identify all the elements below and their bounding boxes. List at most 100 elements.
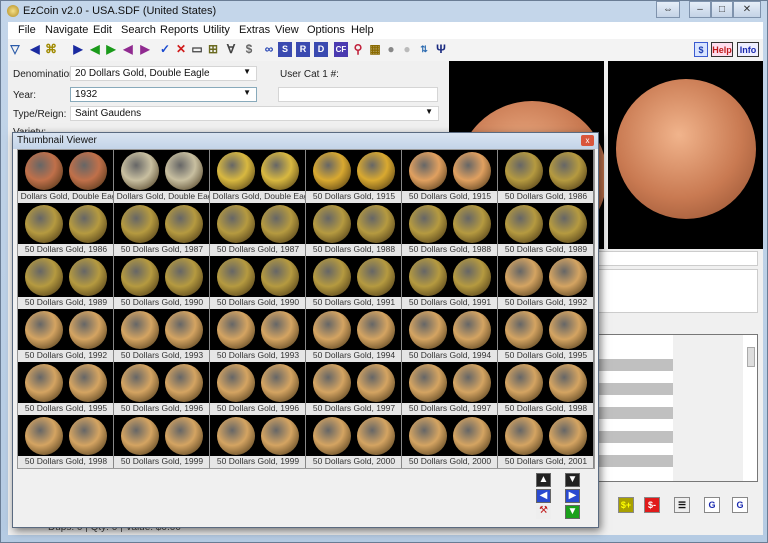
grid-scrollbar[interactable] [747,347,755,367]
denomination-select[interactable]: 20 Dollars Gold, Double Eagle ▼ [70,66,257,81]
menu-reports[interactable]: Reports [160,24,199,36]
close-icon[interactable]: x [581,135,594,146]
notes-textarea[interactable] [593,269,758,313]
cf-icon[interactable]: CF [334,42,348,57]
thermometer-icon[interactable]: ⚲ [351,42,365,57]
grid-row[interactable] [594,407,673,419]
thumbnail-item[interactable]: 50 Dollars Gold, 1989 [498,203,594,256]
bookmark-icon[interactable]: ⌘ [44,42,58,57]
remove-value-button[interactable]: $- [644,497,660,513]
thumbnail-item[interactable]: 50 Dollars Gold, 1994 [306,309,402,362]
thumbnail-item[interactable]: 50 Dollars Gold, 1990 [114,256,210,309]
grid-row[interactable] [594,383,673,395]
thumbnail-item[interactable]: 50 Dollars Gold, 1997 [402,362,498,415]
close-button[interactable]: ✕ [733,1,761,18]
thumbnail-viewer-titlebar[interactable]: Thumbnail Viewer x [13,133,598,149]
coin-light-icon[interactable]: ● [400,42,414,57]
type-select[interactable]: Saint Gaudens ▼ [70,106,439,121]
scroll-left-button[interactable]: ◀ [536,489,551,503]
add-value-button[interactable]: $+ [618,497,634,513]
thumbnail-item[interactable]: 50 Dollars Gold, 1999 [114,415,210,468]
link-icon[interactable]: ∞ [262,42,276,57]
dollar-scale-icon[interactable]: $ [694,42,708,57]
next-green-icon[interactable]: ▶ [104,42,118,57]
load-button[interactable]: ▼ [565,505,580,519]
thumbnail-item[interactable]: 50 Dollars Gold, 2000 [306,415,402,468]
thumbnail-item[interactable]: 50 Dollars Gold, 1991 [402,256,498,309]
thumbnail-item[interactable]: 50 Dollars Gold, 1986 [18,203,114,256]
tools-button[interactable]: ⚒ [536,505,551,519]
year-select[interactable]: 1932 ▼ [70,87,257,102]
records-grid[interactable] [593,334,758,482]
scroll-right-button[interactable]: ▶ [565,489,580,503]
menu-navigate[interactable]: Navigate [45,24,88,36]
thumbnail-item[interactable]: 50 Dollars Gold, 2000 [402,415,498,468]
menu-utility[interactable]: Utility [203,24,230,36]
next-purple-icon[interactable]: ▶ [138,42,152,57]
thumbnail-item[interactable]: 50 Dollars Gold, 1990 [210,256,306,309]
prev-purple-icon[interactable]: ◀ [121,42,135,57]
thumbnail-item[interactable]: 50 Dollars Gold, 1995 [498,309,594,362]
thumbnail-item[interactable]: 50 Dollars Gold, 1992 [18,309,114,362]
sort-icon[interactable]: ⇅ [417,42,431,57]
clear-filter-icon[interactable]: ∀ [224,42,238,57]
tv-icon[interactable]: ▦ [368,42,382,57]
thumbnail-item[interactable]: 50 Dollars Gold, 1996 [114,362,210,415]
thumbnail-item[interactable]: 50 Dollars Gold, 1989 [18,256,114,309]
thumbnail-item[interactable]: 50 Dollars Gold, 1991 [306,256,402,309]
grid-row[interactable] [594,359,673,371]
menu-view[interactable]: View [275,24,299,36]
help-button[interactable]: Help [711,42,733,57]
info-field[interactable] [593,251,758,266]
thumbnail-item[interactable]: 50 Dollars Gold, 1997 [306,362,402,415]
grade-button[interactable]: G [704,497,720,513]
menu-search[interactable]: Search [121,24,156,36]
thumbnail-item[interactable]: 50 Dollars Gold, 1993 [114,309,210,362]
thumbnail-item[interactable]: 50 Dollars Gold, 1993 [210,309,306,362]
prev-green-icon[interactable]: ◀ [88,42,102,57]
menu-edit[interactable]: Edit [93,24,112,36]
thumbnail-item[interactable]: 50 Dollars Gold, 1998 [498,362,594,415]
clear-value-icon[interactable]: $ [242,42,256,57]
thumbnail-item[interactable]: 20 Dollars Gold, Double Eagle [210,150,306,203]
thumbnail-item[interactable]: 50 Dollars Gold, 1987 [114,203,210,256]
eraser-icon[interactable]: ▭ [190,42,204,57]
tree-icon[interactable]: ⊞ [206,42,220,57]
info-button[interactable]: Info [737,42,759,57]
thumbnail-item[interactable]: 50 Dollars Gold, 1996 [210,362,306,415]
thumbnail-item[interactable]: 50 Dollars Gold, 1992 [498,256,594,309]
r-icon[interactable]: R [296,42,310,57]
checkmark-icon[interactable]: ✓ [158,42,172,57]
thumbnail-item[interactable]: 50 Dollars Gold, 1915 [306,150,402,203]
s-icon[interactable]: S [278,42,292,57]
thumbnail-item[interactable]: 50 Dollars Gold, 1987 [210,203,306,256]
thumbnail-item[interactable]: 20 Dollars Gold, Double Eagle [114,150,210,203]
thumbnail-item[interactable]: 50 Dollars Gold, 1995 [18,362,114,415]
thumbnail-item[interactable]: 20 Dollars Gold, Double Eagle [18,150,114,203]
reverse-image[interactable] [608,61,763,249]
thumbnail-item[interactable]: 50 Dollars Gold, 1994 [402,309,498,362]
minimize-button[interactable]: – [689,1,711,18]
menu-help[interactable]: Help [351,24,374,36]
delete-icon[interactable]: ✕ [174,42,188,57]
scroll-up-button[interactable]: ▲ [536,473,551,487]
thumbnail-item[interactable]: 50 Dollars Gold, 1915 [402,150,498,203]
menu-extras[interactable]: Extras [239,24,270,36]
filter-icon[interactable]: ▽ [8,42,22,57]
restore-toolbar-button[interactable]: ⇔ [656,1,680,18]
menu-options[interactable]: Options [307,24,345,36]
thumbnail-item[interactable]: 50 Dollars Gold, 2001 [498,415,594,468]
thumbnail-item[interactable]: 50 Dollars Gold, 1986 [498,150,594,203]
next-arrow-icon[interactable]: ▶ [71,42,85,57]
thumbnail-item[interactable]: 50 Dollars Gold, 1988 [402,203,498,256]
coin-grey-icon[interactable]: ● [384,42,398,57]
psi-icon[interactable]: Ψ [434,42,448,57]
first-record-icon[interactable]: ◀ [28,42,42,57]
scroll-down-button[interactable]: ▼ [565,473,580,487]
d-icon[interactable]: D [314,42,328,57]
grade-clear-button[interactable]: G [732,497,748,513]
list-button[interactable]: ☰ [674,497,690,513]
grid-row[interactable] [594,455,673,467]
thumbnail-item[interactable]: 50 Dollars Gold, 1988 [306,203,402,256]
usercat-input[interactable] [278,87,438,102]
